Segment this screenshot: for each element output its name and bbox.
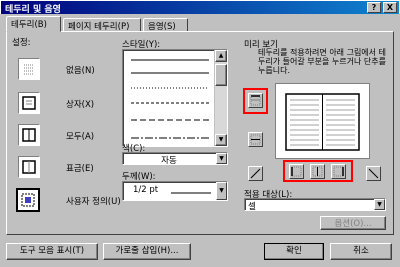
setting-box-icon[interactable]	[18, 92, 40, 114]
top-border-icon[interactable]	[248, 93, 263, 108]
color-dropdown[interactable]: 자동 ▼	[122, 152, 228, 166]
right-border-icon[interactable]	[331, 164, 346, 179]
chevron-down-icon[interactable]: ▼	[374, 199, 385, 210]
help-button[interactable]: ?	[367, 2, 381, 13]
middle-border-icon[interactable]	[248, 132, 263, 147]
horizontal-line-button[interactable]: 가로줄 삽입(H)...	[103, 243, 191, 260]
tab-page-border[interactable]: 페이지 테두리(P)	[63, 18, 141, 32]
setting-all-label[interactable]: 모두(A)	[66, 130, 94, 142]
tab-borders[interactable]: 테두리(B)	[6, 16, 61, 32]
chevron-down-icon[interactable]: ▼	[216, 182, 227, 200]
setting-none-label[interactable]: 없음(N)	[66, 64, 95, 76]
left-border-icon[interactable]	[289, 164, 304, 179]
settings-heading: 설정:	[12, 38, 31, 48]
diagonal-down-icon[interactable]	[248, 166, 263, 181]
scroll-down-icon[interactable]: ▼	[215, 134, 227, 146]
apply-to-value: 셀	[248, 202, 256, 212]
tab-borders-label: 테두리(B)	[11, 20, 47, 30]
setting-custom-icon[interactable]	[16, 188, 40, 212]
ok-button[interactable]: 확인	[264, 243, 324, 260]
close-button[interactable]: X	[383, 2, 397, 13]
setting-box-label[interactable]: 상자(X)	[66, 98, 94, 110]
style-list-scrollbar[interactable]: ▲ ▼	[214, 50, 227, 146]
setting-none-icon[interactable]	[18, 58, 40, 80]
preview-area[interactable]	[275, 83, 370, 159]
setting-grid-label[interactable]: 표금(E)	[66, 162, 94, 174]
apply-to-dropdown[interactable]: 셀 ▼	[244, 198, 386, 212]
window-title: 테두리 및 음영	[5, 5, 61, 15]
show-toolbar-button[interactable]: 도구 모음 표시(T)	[6, 243, 98, 260]
scroll-thumb[interactable]	[215, 64, 227, 86]
setting-all-icon[interactable]	[18, 124, 40, 146]
width-value: 1/2 pt	[133, 185, 159, 195]
inside-vertical-border-icon[interactable]	[310, 164, 325, 179]
scroll-up-icon[interactable]: ▲	[215, 50, 227, 62]
options-button[interactable]: 옵션(O)...	[320, 216, 386, 230]
cancel-button[interactable]: 취소	[330, 243, 392, 260]
width-dropdown[interactable]: 1/2 pt ▼	[122, 181, 228, 201]
color-value: 자동	[161, 156, 177, 166]
chevron-down-icon[interactable]: ▼	[216, 153, 227, 164]
preview-instructions: 테두리를 적용하려면 아래 그림에서 테두리가 들어갈 부분을 누르거나 단추를…	[258, 48, 386, 75]
diagonal-up-icon[interactable]	[366, 166, 381, 181]
tab-shading[interactable]: 음영(S)	[143, 18, 188, 32]
setting-custom-label[interactable]: 사용자 정의(U)	[66, 195, 121, 207]
title-bar: 테두리 및 음영 ? X	[0, 0, 400, 15]
setting-grid-icon[interactable]	[18, 156, 40, 178]
style-list[interactable]: ▲ ▼	[122, 49, 228, 147]
